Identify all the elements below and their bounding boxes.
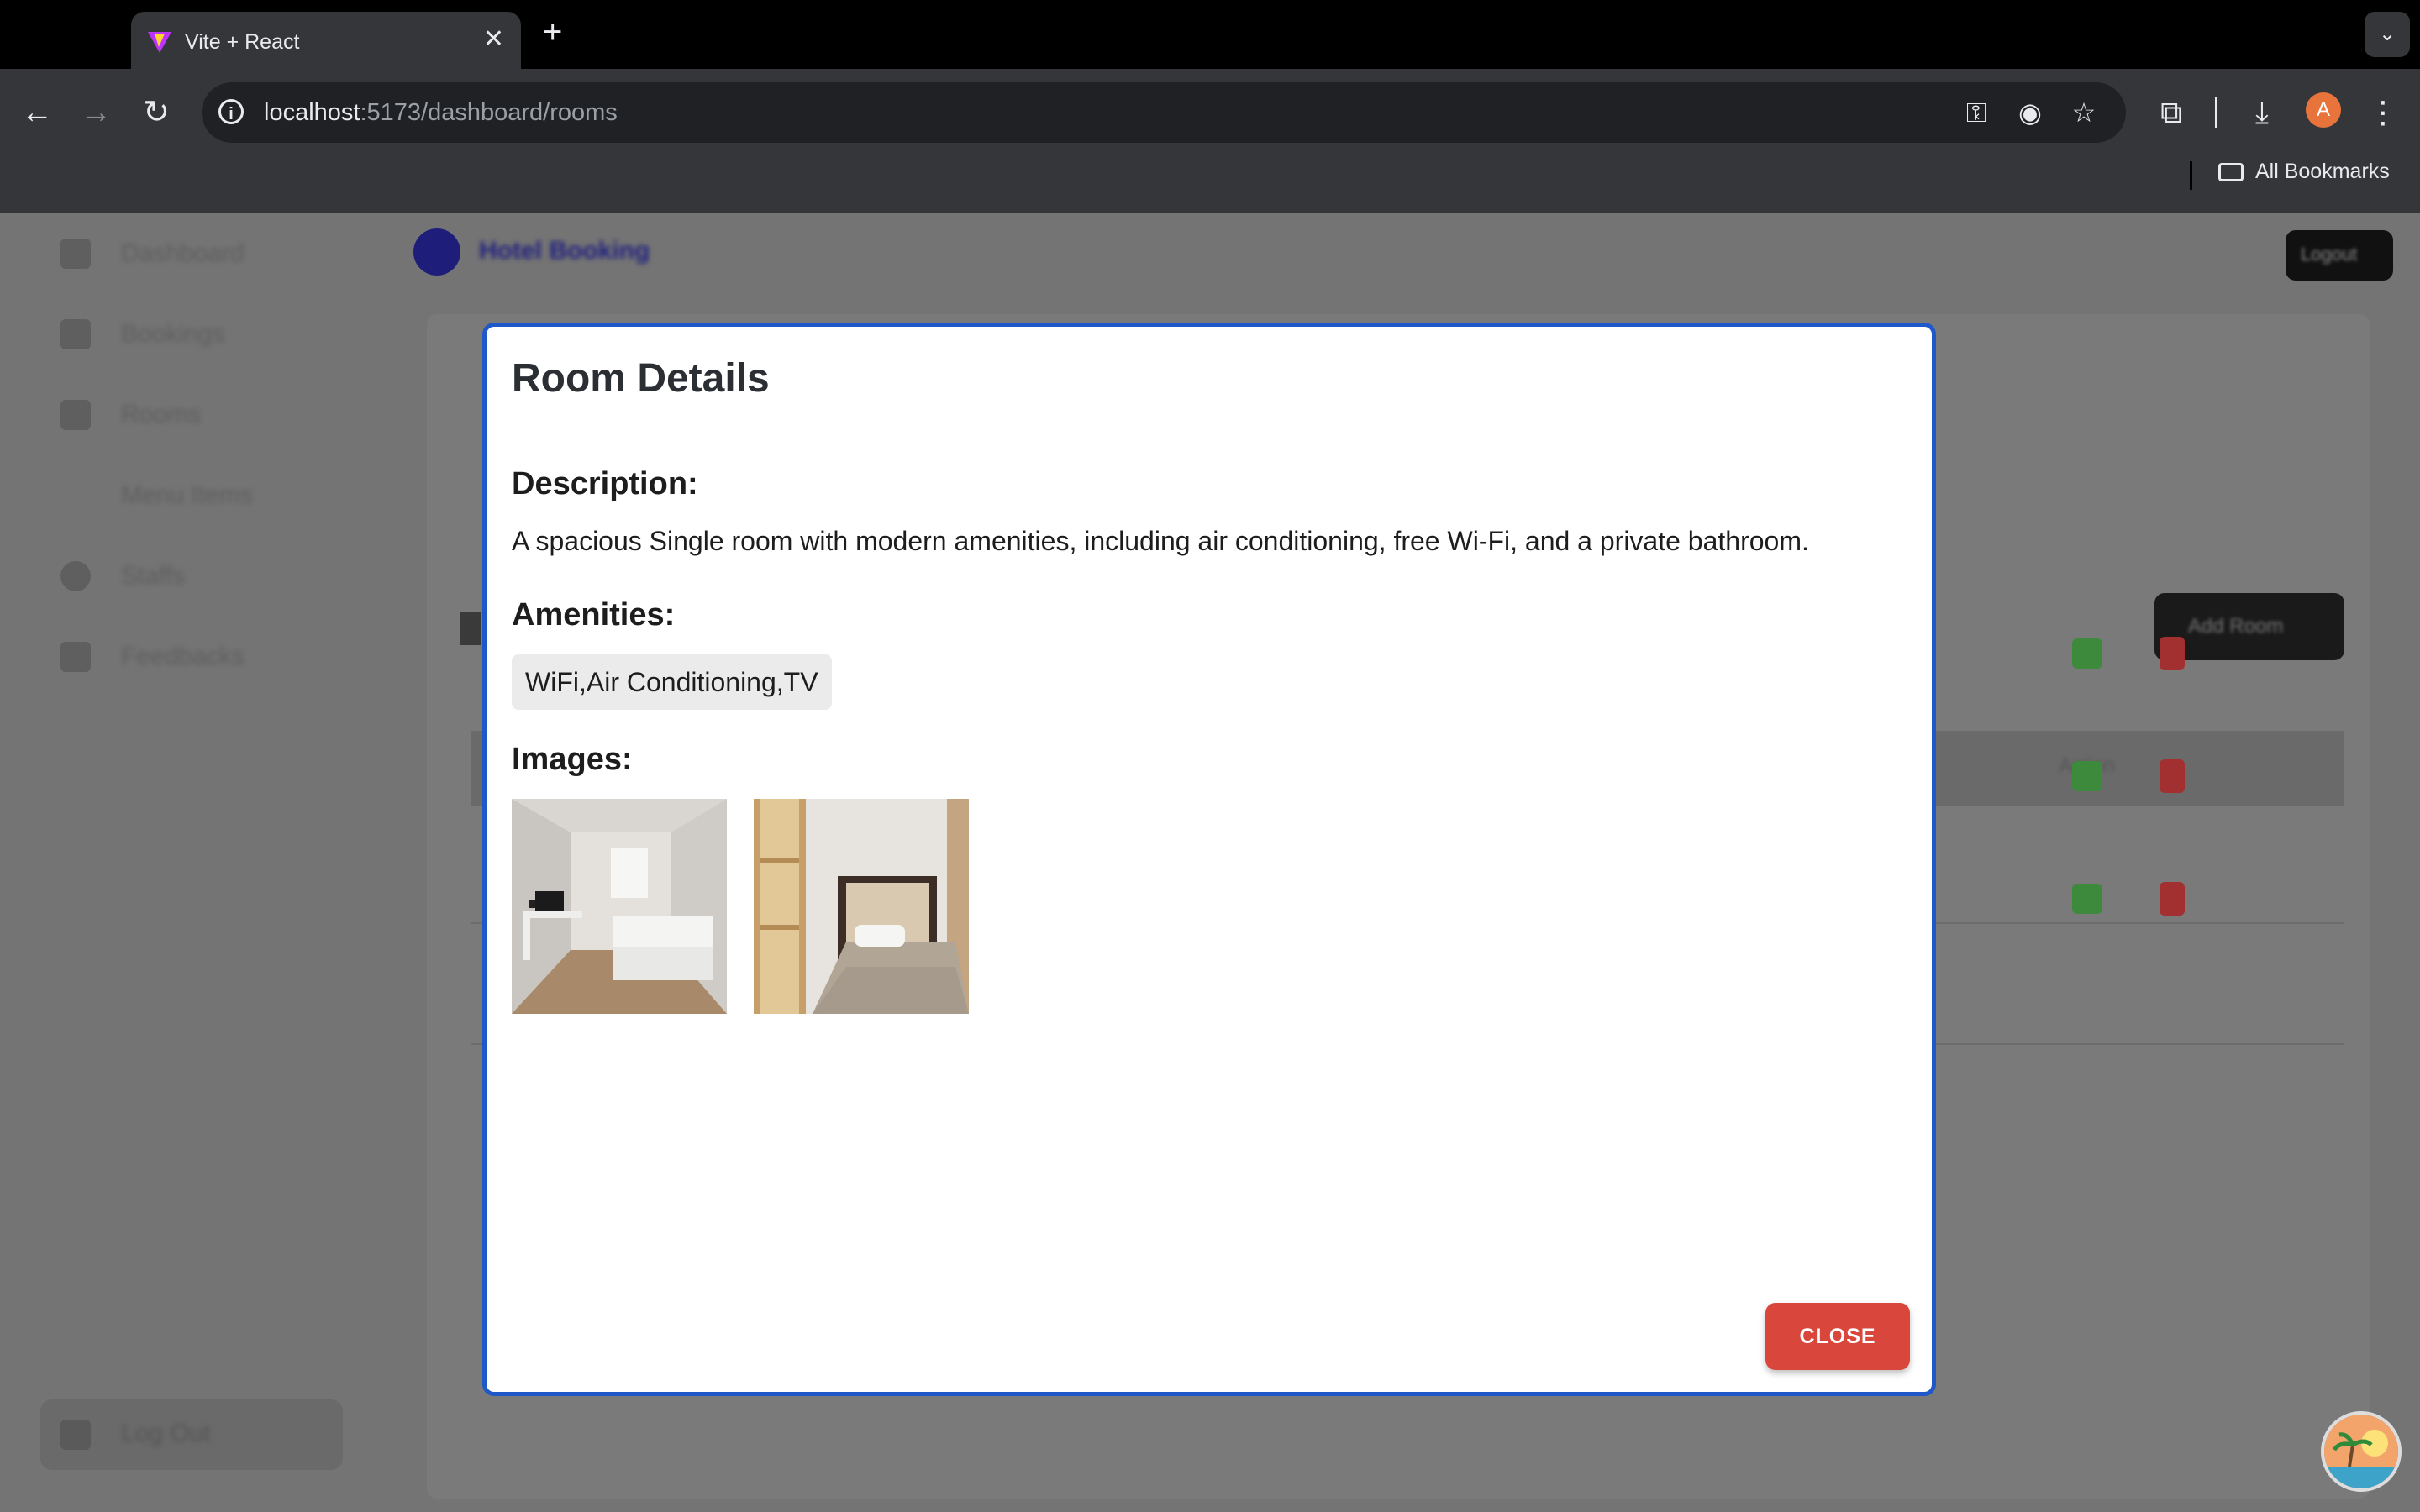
description-heading: Description: [512,466,698,501]
delete-icon[interactable] [2160,637,2185,670]
room-details-modal: Room Details Description: A spacious Sin… [482,323,1936,1396]
bookmark-star-icon[interactable]: ☆ [2067,96,2101,129]
forward-icon[interactable]: → [72,89,119,136]
url-text[interactable]: localhost:5173/dashboard/rooms [264,99,618,127]
images-heading: Images: [512,742,633,777]
amenities-chip: WiFi,Air Conditioning,TV [512,654,832,710]
page-heading-marker [460,612,481,645]
sidebar-item-menu-items[interactable]: Menu Items [60,480,253,514]
amenities-heading: Amenities: [512,597,676,633]
sidebar-item-staffs[interactable]: Staffs [60,561,185,595]
description-text: A spacious Single room with modern ameni… [512,526,1809,556]
vite-logo-icon [148,32,171,53]
sidebar-logout-button[interactable]: Log Out [40,1399,343,1470]
assistant-avatar-icon[interactable] [2321,1411,2402,1492]
reload-icon[interactable]: ↻ [133,89,180,136]
room-image-2[interactable] [754,799,969,1014]
logout-icon [60,1420,91,1450]
tab-title: Vite + React [185,30,300,54]
header-logout-button[interactable]: Logout [2286,230,2393,281]
close-button[interactable]: CLOSE [1765,1303,1910,1370]
sidebar-item-bookings[interactable]: Bookings [60,319,224,353]
browser-tab-bar: Vite + React ✕ + ⌄ [0,0,2420,69]
sidebar-item-feedbacks[interactable]: Feedbacks [60,642,245,675]
tab-search-icon[interactable]: ⌄ [2365,12,2410,57]
folder-icon [2218,163,2244,181]
edit-icon[interactable] [2072,638,2102,669]
back-icon[interactable]: ← [13,89,60,136]
menu-kebab-icon[interactable]: ⋮ [2360,89,2407,136]
edit-icon[interactable] [2072,761,2102,791]
edit-icon[interactable] [2072,884,2102,914]
delete-icon[interactable] [2160,882,2185,916]
extensions-icon[interactable]: ⧉ [2148,89,2195,136]
bookmarks-divider [2190,161,2192,190]
delete-icon[interactable] [2160,759,2185,793]
toolbar-divider [2215,97,2217,128]
address-bar[interactable]: i localhost:5173/dashboard/rooms ⚿ ◉ ☆ [202,82,2126,143]
sidebar-item-rooms[interactable]: Rooms [60,400,201,433]
download-icon[interactable]: ⤓ [2238,89,2286,136]
app-logo [413,228,460,276]
browser-toolbar: ← → ↻ i localhost:5173/dashboard/rooms ⚿… [0,69,2420,213]
sidebar-item-dashboard[interactable]: Dashboard [60,239,245,272]
close-tab-icon[interactable]: ✕ [483,27,504,52]
room-image-1[interactable] [512,799,727,1014]
app-title: Hotel Booking [479,237,650,265]
profile-avatar[interactable]: A [2306,92,2341,128]
new-tab-icon[interactable]: + [543,15,562,49]
site-info-icon[interactable]: i [218,99,244,124]
modal-title: Room Details [512,356,770,401]
all-bookmarks[interactable]: All Bookmarks [2218,160,2390,184]
browser-tab[interactable]: Vite + React ✕ [131,12,521,69]
eye-off-icon[interactable]: ◉ [2013,96,2047,129]
password-key-icon[interactable]: ⚿ [1960,96,1993,129]
